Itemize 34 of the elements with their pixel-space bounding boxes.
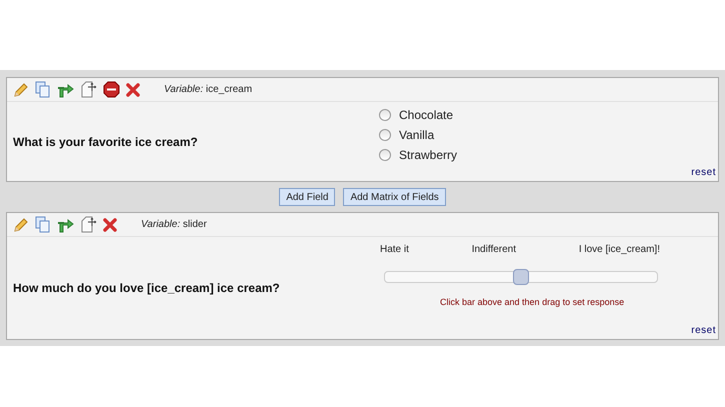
pencil-icon[interactable]	[13, 216, 29, 232]
add-button[interactable]: Add Matrix of Fields	[343, 188, 446, 206]
scale-label: I love [ice_cream]!	[578, 243, 660, 257]
option-label: Vanilla	[399, 127, 434, 144]
question-text: How much do you love [ice_cream] ice cream?	[13, 280, 280, 297]
copy-icon[interactable]	[35, 81, 51, 98]
scale-label: Hate it	[380, 243, 409, 257]
delete-icon[interactable]	[103, 218, 117, 232]
slider-track[interactable]	[384, 271, 658, 283]
option-label: Chocolate	[399, 107, 454, 124]
slider-thumb[interactable]	[513, 269, 529, 285]
pencil-icon[interactable]	[13, 82, 29, 98]
copy-icon[interactable]	[35, 216, 51, 233]
variable-name: Variable: slider	[141, 218, 207, 232]
radio-button[interactable]	[379, 109, 391, 121]
add-button[interactable]: Add Field	[279, 188, 336, 206]
delete-icon[interactable]	[126, 82, 140, 96]
variable-name: Variable: ice_cream	[164, 83, 252, 97]
option-label: Strawberry	[399, 147, 458, 164]
scale-label: Indifferent	[472, 243, 516, 257]
radio-button[interactable]	[379, 149, 391, 161]
move-page-icon[interactable]	[81, 216, 97, 233]
reset-link[interactable]: reset	[691, 165, 716, 180]
reset-link[interactable]: reset	[691, 323, 716, 338]
branch-arrow-icon[interactable]	[57, 82, 75, 98]
move-page-icon[interactable]	[81, 81, 97, 98]
branch-arrow-icon[interactable]	[57, 216, 75, 232]
radio-button[interactable]	[379, 129, 391, 141]
hint-text: Click bar above and then drag to set response	[440, 297, 624, 307]
question-text: What is your favorite ice cream?	[13, 134, 198, 150]
radio-option[interactable]: Vanilla	[379, 125, 434, 145]
radio-option[interactable]: Strawberry	[379, 145, 458, 165]
stop-sign-icon[interactable]	[103, 81, 120, 98]
radio-option[interactable]: Chocolate	[379, 105, 454, 125]
